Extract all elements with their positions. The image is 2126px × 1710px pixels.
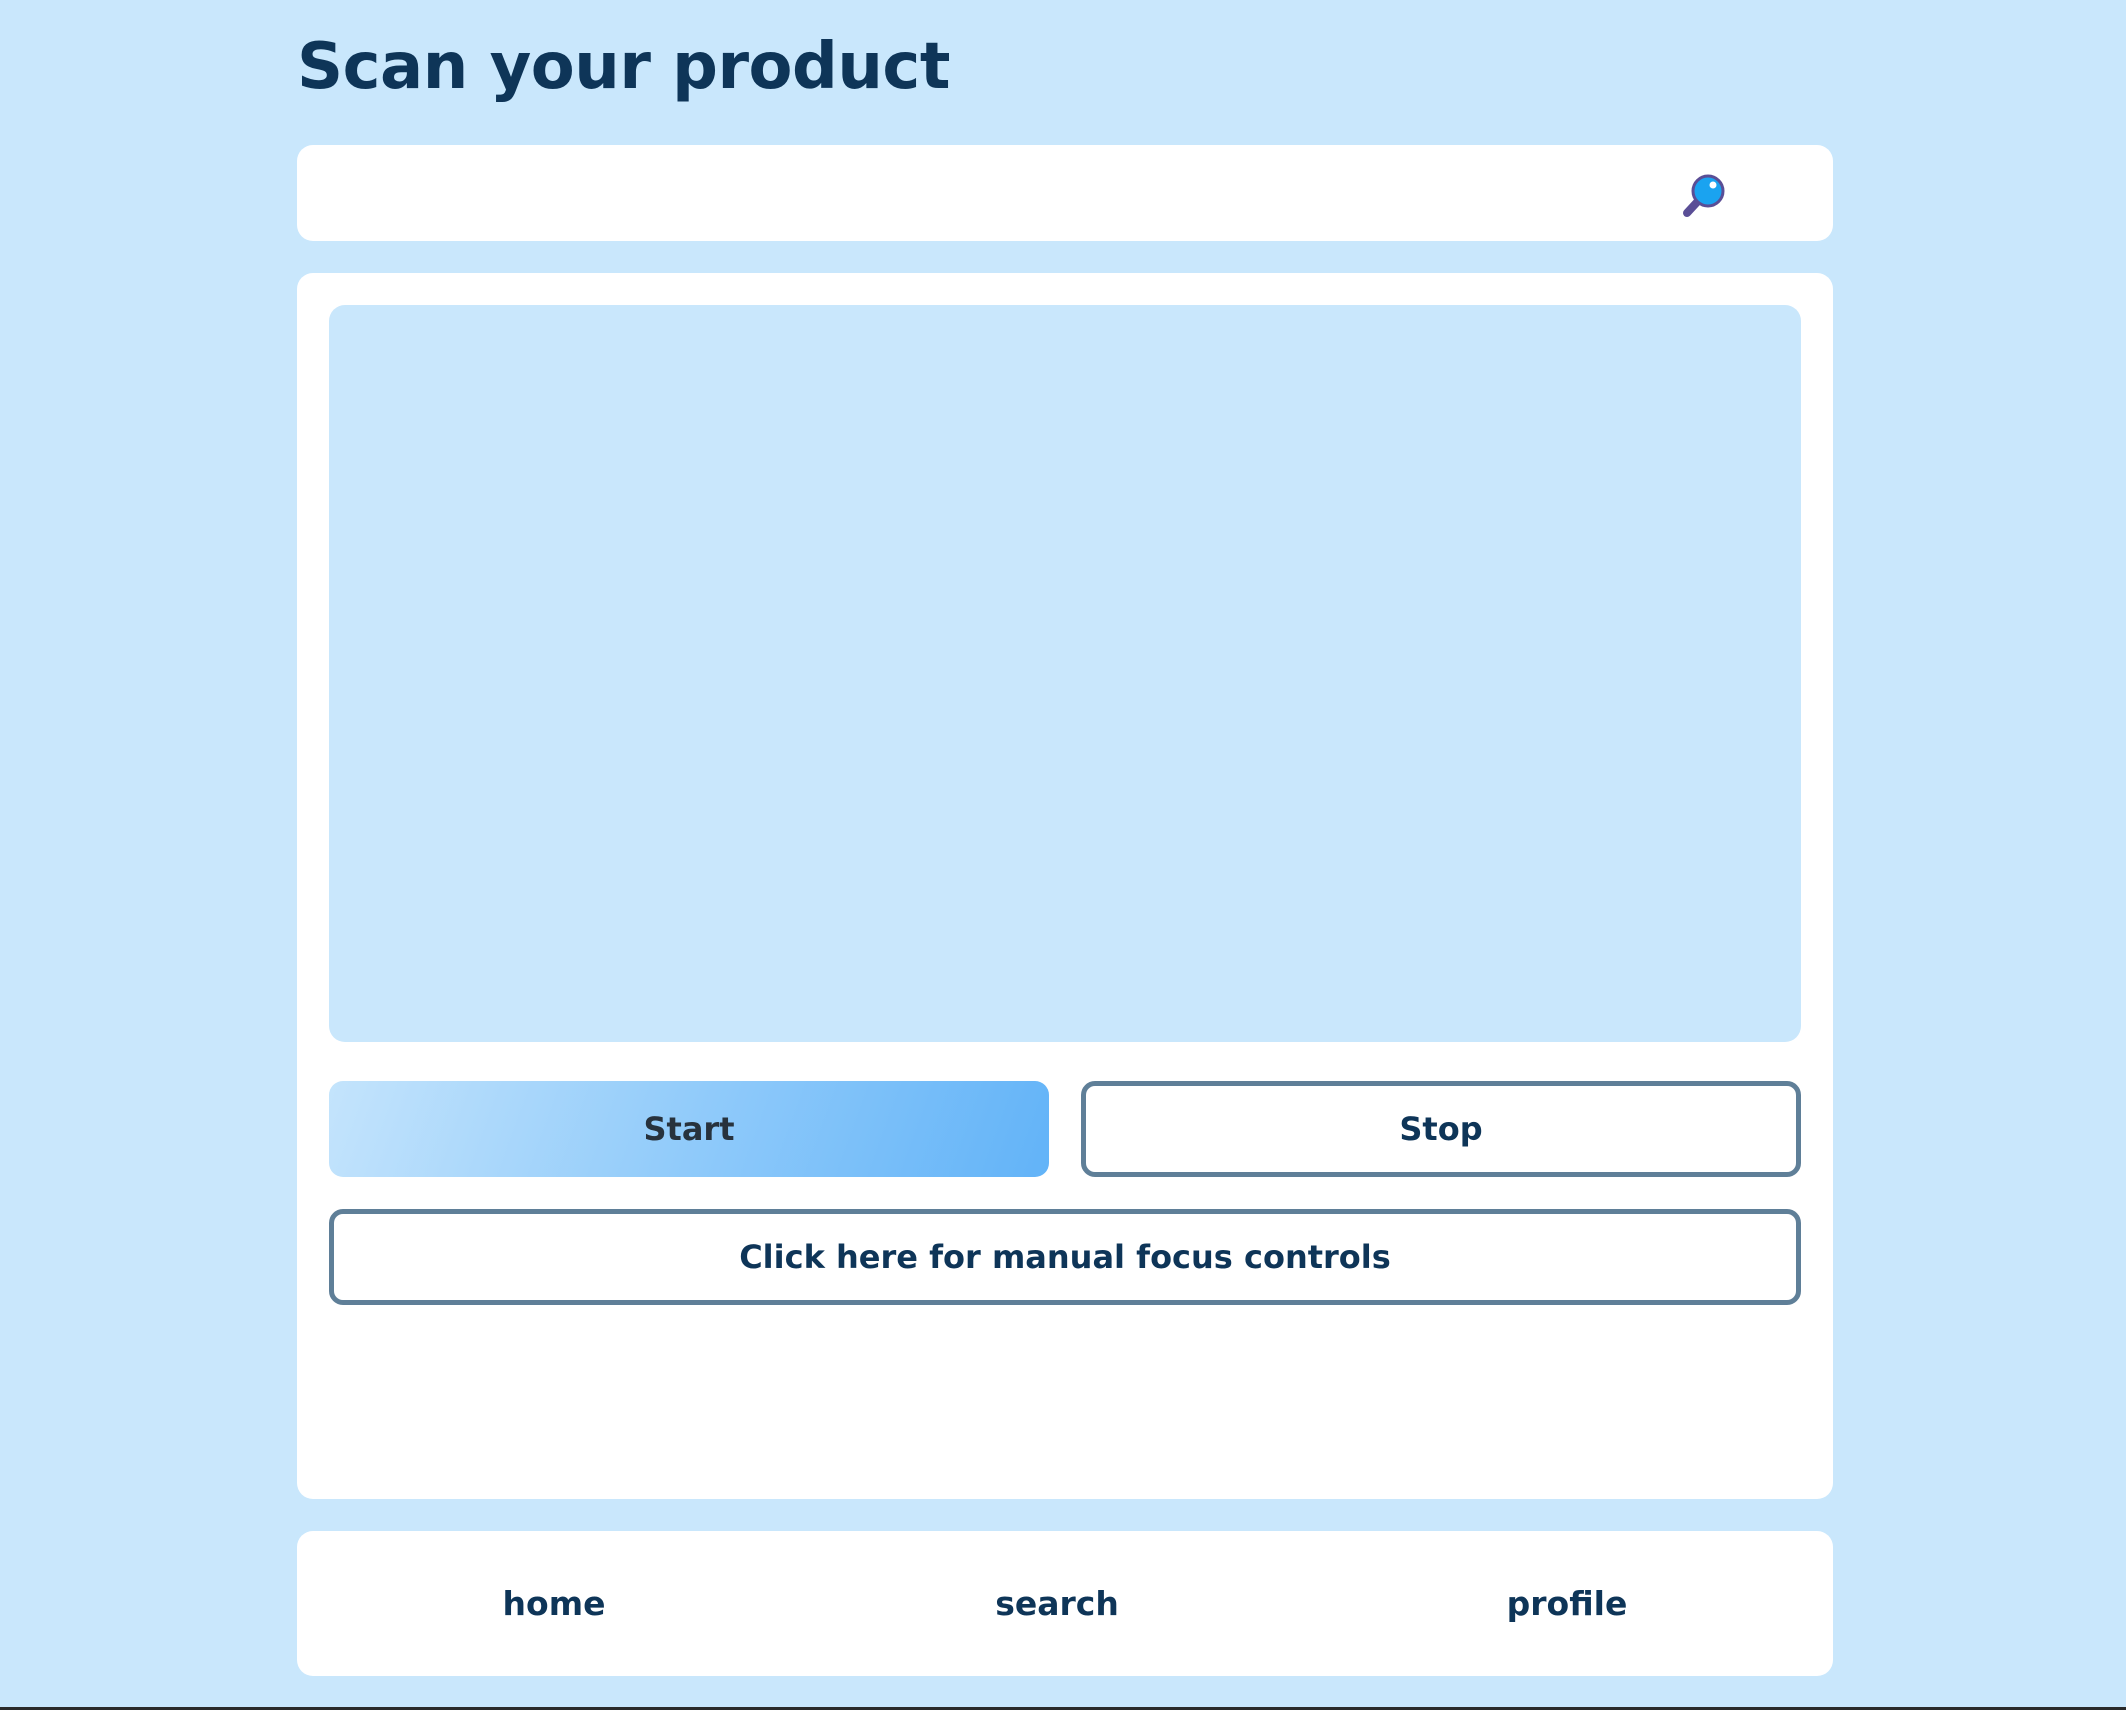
- page-title: Scan your product: [297, 30, 950, 104]
- scan-page: Scan your product Start Stop Click here …: [0, 0, 2126, 1710]
- bottom-nav: home search profile: [297, 1531, 1833, 1676]
- manual-focus-label: Click here for manual focus controls: [739, 1238, 1391, 1276]
- search-input[interactable]: [321, 159, 1671, 227]
- stop-button-label: Stop: [1399, 1110, 1483, 1148]
- nav-item-search[interactable]: search: [907, 1531, 1207, 1676]
- manual-focus-button[interactable]: Click here for manual focus controls: [329, 1209, 1801, 1305]
- nav-item-profile[interactable]: profile: [1417, 1531, 1717, 1676]
- nav-item-label: profile: [1506, 1584, 1628, 1623]
- magnifying-glass-icon[interactable]: [1677, 167, 1733, 223]
- stop-button[interactable]: Stop: [1081, 1081, 1801, 1177]
- camera-viewport: [329, 305, 1801, 1042]
- nav-item-home[interactable]: home: [404, 1531, 704, 1676]
- scanner-card: Start Stop Click here for manual focus c…: [297, 273, 1833, 1499]
- nav-item-label: search: [995, 1584, 1119, 1623]
- nav-item-label: home: [502, 1584, 606, 1623]
- start-button-label: Start: [643, 1110, 735, 1148]
- search-bar: [297, 145, 1833, 241]
- start-button[interactable]: Start: [329, 1081, 1049, 1177]
